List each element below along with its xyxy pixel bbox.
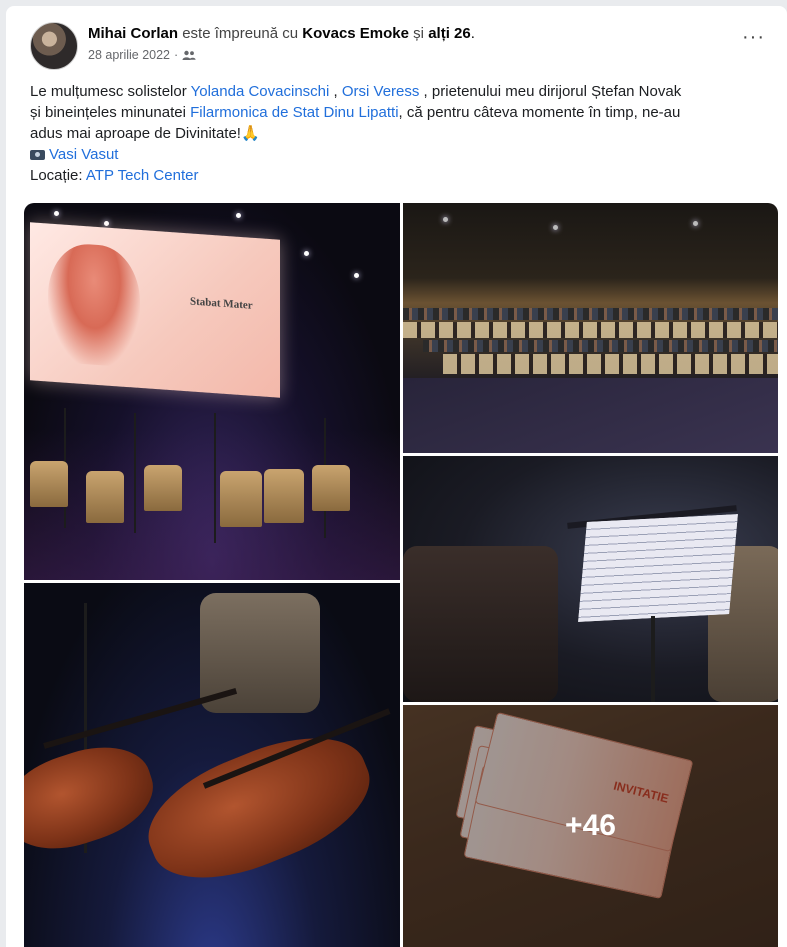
chair <box>220 471 262 527</box>
screen-figure <box>48 241 140 368</box>
text-line-photographer: Vasi Vasut <box>30 144 775 165</box>
photo-stage[interactable]: Stabat Mater <box>24 203 400 580</box>
crowd-row <box>423 340 778 352</box>
meta-dot: · <box>174 48 179 62</box>
screen-title: Stabat Mater <box>190 295 253 312</box>
hall-floor <box>403 378 778 453</box>
text-line-location: Locație: ATP Tech Center <box>30 165 775 186</box>
chair <box>403 546 558 702</box>
stage-light <box>104 221 109 226</box>
tagged-person[interactable]: Kovacs Emoke <box>302 25 409 42</box>
stage-light <box>304 251 309 256</box>
with-text: este împreună cu <box>182 25 299 42</box>
seat-row <box>443 354 778 374</box>
chair <box>86 471 124 523</box>
music-stand <box>214 413 216 543</box>
post-card: Mihai Corlan este împreună cu Kovacs Emo… <box>6 6 787 947</box>
location-label: Locație: <box>30 167 86 184</box>
text-line-1: Le mulțumesc solistelor Yolanda Covacins… <box>30 81 775 102</box>
others-link[interactable]: alți 26 <box>428 25 471 42</box>
post-header: Mihai Corlan este împreună cu Kovacs Emo… <box>30 22 771 72</box>
cello-neck <box>43 687 238 749</box>
seat-row <box>403 322 778 338</box>
text-segment: și bineințeles minunatei <box>30 104 191 121</box>
photo-audience[interactable] <box>403 203 778 453</box>
text-segment: , <box>329 83 342 100</box>
more-photos-overlay[interactable]: +46 <box>403 705 778 947</box>
headline-period: . <box>470 25 475 42</box>
link-location[interactable]: ATP Tech Center <box>86 167 199 184</box>
link-yolanda-covacinschi[interactable]: Yolanda Covacinschi <box>191 83 330 100</box>
photo-invitations[interactable]: INVITATIE +46 <box>403 705 778 947</box>
post-headline: Mihai Corlan este împreună cu Kovacs Emo… <box>88 25 475 42</box>
chair <box>264 469 304 523</box>
author-avatar[interactable] <box>30 22 78 70</box>
ceiling-light <box>553 225 558 230</box>
photo-music-stand[interactable] <box>403 456 778 702</box>
ceiling-light <box>443 217 448 222</box>
music-sheet <box>578 514 738 622</box>
more-options-button[interactable]: ··· <box>742 26 765 49</box>
post-meta: 28 aprilie 2022 · <box>88 48 196 62</box>
text-line-2: și bineințeles minunatei Filarmonica de … <box>30 102 775 123</box>
cello <box>24 732 165 864</box>
chair <box>312 465 350 511</box>
music-stand <box>134 413 136 533</box>
text-segment: Le mulțumesc solistelor <box>30 83 191 100</box>
post-text: Le mulțumesc solistelor Yolanda Covacins… <box>30 81 775 186</box>
post-date[interactable]: 28 aprilie 2022 <box>88 48 170 62</box>
photo-cellos[interactable] <box>24 583 400 947</box>
text-segment: , prietenului meu dirijorul Ștefan Novak <box>419 83 682 100</box>
ceiling-light <box>693 221 698 226</box>
projection-screen: Stabat Mater <box>30 222 280 398</box>
author-name[interactable]: Mihai Corlan <box>88 25 178 42</box>
camera-icon <box>30 150 45 160</box>
stage-light <box>354 273 359 278</box>
more-photos-count[interactable]: +46 <box>565 809 616 843</box>
link-photographer[interactable]: Vasi Vasut <box>49 146 118 163</box>
photo-grid: Stabat Mater INVITATIE +46 <box>24 203 778 947</box>
chair <box>30 461 68 507</box>
stage-light <box>54 211 59 216</box>
stand-pole <box>651 616 655 702</box>
and-text: și <box>413 25 425 42</box>
chair <box>144 465 182 511</box>
text-line-3: adus mai aproape de Divinitate!🙏 <box>30 125 260 142</box>
stage-light <box>236 213 241 218</box>
crowd-row <box>403 308 778 320</box>
cello <box>131 713 387 903</box>
link-orsi-veress[interactable]: Orsi Veress <box>342 83 420 100</box>
link-filarmonica[interactable]: Filarmonica de Stat Dinu Lipatti <box>190 104 398 121</box>
friends-icon[interactable] <box>182 50 196 60</box>
text-segment: , că pentru câteva momente în timp, ne-a… <box>398 104 681 121</box>
